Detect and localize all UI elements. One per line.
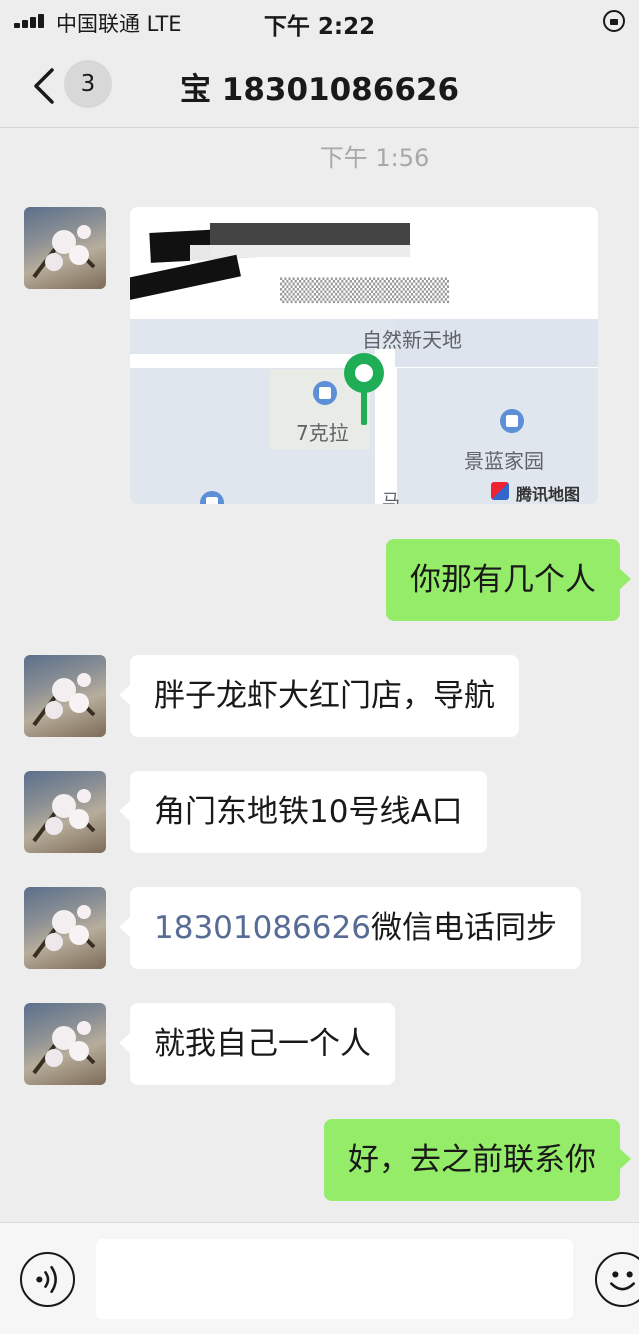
message-input[interactable] bbox=[96, 1239, 573, 1319]
emoji-button[interactable] bbox=[595, 1252, 639, 1307]
emoji-icon bbox=[610, 1271, 635, 1291]
chat-title: 宝 18301086626 bbox=[179, 72, 460, 108]
message-bubble-other[interactable]: 角门东地铁10号线A口 bbox=[119, 771, 487, 853]
message-text: 微信电话同步 bbox=[370, 910, 557, 946]
avatar[interactable] bbox=[24, 1003, 106, 1085]
message-text: 好，去之前联系你 bbox=[348, 1142, 596, 1178]
message-bubble-self[interactable]: 你那有几个人 bbox=[386, 539, 631, 621]
location-header-redacted: ▒▒▒▒▒▒▒▒▒▒ bbox=[130, 207, 598, 319]
voice-button[interactable] bbox=[20, 1252, 75, 1307]
message-timestamp: 下午 1:56 bbox=[319, 144, 430, 172]
lock-icon bbox=[603, 10, 625, 32]
avatar[interactable] bbox=[24, 771, 106, 853]
input-bar bbox=[0, 1222, 639, 1334]
message-bubble-other[interactable]: 就我自己一个人 bbox=[119, 1003, 395, 1085]
voice-icon bbox=[36, 1265, 57, 1294]
address-redacted: ▒▒▒▒▒▒▒▒▒▒ bbox=[280, 279, 450, 304]
message-text: 你那有几个人 bbox=[410, 562, 596, 598]
avatar[interactable] bbox=[24, 887, 106, 969]
poi-icon bbox=[200, 491, 224, 504]
map-logo: 腾讯地图 bbox=[516, 485, 581, 504]
message-bubble-self[interactable]: 好，去之前联系你 bbox=[324, 1119, 631, 1201]
phone-number-link[interactable]: 18301086626 bbox=[154, 910, 371, 946]
location-card[interactable]: ▒▒▒▒▒▒▒▒▒▒ 自然新天地 7克拉 景蓝家园 马 腾讯地图 bbox=[130, 207, 598, 504]
poi-icon bbox=[313, 381, 337, 405]
map-label-road: 马 bbox=[382, 491, 400, 504]
pin-icon bbox=[344, 353, 384, 425]
map-preview[interactable]: 自然新天地 7克拉 景蓝家园 马 腾讯地图 bbox=[130, 319, 598, 504]
message-text: 胖子龙虾大红门店，导航 bbox=[154, 678, 495, 714]
avatar[interactable] bbox=[24, 655, 106, 737]
nav-bar: 3 宝 18301086626 bbox=[0, 44, 639, 128]
status-time: 下午 2:22 bbox=[263, 14, 376, 40]
map-label-right: 景蓝家园 bbox=[464, 449, 544, 473]
message-bubble-other[interactable]: 18301086626微信电话同步 bbox=[119, 887, 581, 969]
avatar[interactable] bbox=[24, 207, 106, 289]
map-logo-icon bbox=[491, 482, 509, 500]
message-text: 就我自己一个人 bbox=[154, 1026, 371, 1062]
poi-icon bbox=[500, 409, 524, 433]
status-bar: 中国联通 LTE 下午 2:22 bbox=[0, 0, 639, 44]
message-bubble-other[interactable]: 胖子龙虾大红门店，导航 bbox=[119, 655, 519, 737]
message-text: 角门东地铁10号线A口 bbox=[154, 794, 463, 830]
